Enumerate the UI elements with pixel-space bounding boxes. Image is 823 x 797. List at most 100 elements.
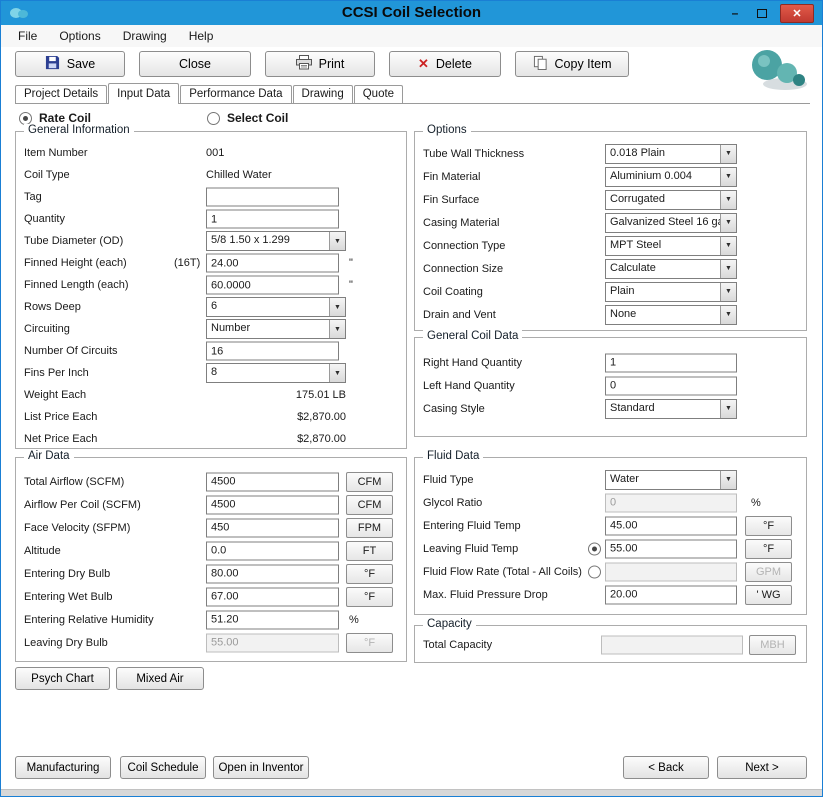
psych-chart-button[interactable]: Psych Chart xyxy=(15,667,110,690)
window-title: CCSI Coil Selection xyxy=(1,4,822,21)
quantity-input[interactable] xyxy=(206,210,339,229)
net-price-label: Net Price Each xyxy=(24,433,97,445)
chevron-down-icon: ▼ xyxy=(720,168,736,186)
finned-length-label: Finned Length (each) xyxy=(24,279,129,291)
chevron-down-icon: ▼ xyxy=(720,145,736,163)
options-title: Options xyxy=(423,124,471,136)
next-button[interactable]: Next > xyxy=(717,756,807,779)
tab-performance-data[interactable]: Performance Data xyxy=(180,85,291,103)
fluid-flow-rate-radio[interactable] xyxy=(588,565,601,578)
tab-project-details[interactable]: Project Details xyxy=(15,85,107,103)
number-of-circuits-input[interactable] xyxy=(206,342,339,361)
mixed-air-button[interactable]: Mixed Air xyxy=(116,667,204,690)
copy-item-button[interactable]: Copy Item xyxy=(515,51,629,77)
coil-coating-label: Coil Coating xyxy=(423,286,483,298)
copy-label: Copy Item xyxy=(555,57,612,71)
close-button[interactable]: Close xyxy=(139,51,251,77)
open-in-inventor-button[interactable]: Open in Inventor xyxy=(213,756,309,779)
drain-and-vent-select[interactable]: None ▼ xyxy=(605,305,737,325)
tube-diameter-label: Tube Diameter (OD) xyxy=(24,235,123,247)
menu-drawing[interactable]: Drawing xyxy=(114,26,176,46)
rate-coil-radio[interactable]: Rate Coil xyxy=(19,111,91,125)
leaving-fluid-temp-input[interactable] xyxy=(605,539,737,558)
face-velocity-input[interactable] xyxy=(206,518,339,537)
airflow-per-coil-unit-button[interactable]: CFM xyxy=(346,495,393,515)
minimize-button[interactable]: – xyxy=(726,5,744,22)
leaving-fluid-temp-row: Leaving Fluid Temp °F xyxy=(415,537,806,560)
circuiting-select[interactable]: Number ▼ xyxy=(206,319,346,339)
altitude-input[interactable] xyxy=(206,541,339,560)
coil-coating-select[interactable]: Plain ▼ xyxy=(605,282,737,302)
save-label: Save xyxy=(67,57,96,71)
general-information-title: General Information xyxy=(24,124,134,136)
entering-wet-bulb-input[interactable] xyxy=(206,587,339,606)
tab-input-data[interactable]: Input Data xyxy=(108,83,179,104)
connection-type-select[interactable]: MPT Steel ▼ xyxy=(605,236,737,256)
leaving-fluid-temp-radio[interactable] xyxy=(588,542,601,555)
save-button[interactable]: Save xyxy=(15,51,125,77)
left-hand-quantity-input[interactable] xyxy=(605,376,737,395)
select-coil-radio[interactable]: Select Coil xyxy=(207,111,288,125)
chevron-down-icon: ▼ xyxy=(720,260,736,278)
entering-wet-bulb-unit-button[interactable]: °F xyxy=(346,587,393,607)
casing-material-select[interactable]: Galvanized Steel 16 gau ▼ xyxy=(605,213,737,233)
weight-each-label: Weight Each xyxy=(24,389,86,401)
airflow-per-coil-input[interactable] xyxy=(206,495,339,514)
entering-dry-bulb-unit-button[interactable]: °F xyxy=(346,564,393,584)
altitude-unit-button[interactable]: FT xyxy=(346,541,393,561)
close-window-button[interactable]: ✕ xyxy=(780,4,814,23)
tag-input[interactable] xyxy=(206,188,339,207)
tag-label: Tag xyxy=(24,191,42,203)
tube-diameter-select[interactable]: 5/8 1.50 x 1.299 ▼ xyxy=(206,231,346,251)
finned-height-label: Finned Height (each) xyxy=(24,257,127,269)
fluid-flow-rate-label: Fluid Flow Rate (Total - All Coils) xyxy=(423,566,582,578)
coil-schedule-button[interactable]: Coil Schedule xyxy=(120,756,206,779)
rows-deep-select[interactable]: 6 ▼ xyxy=(206,297,346,317)
tab-drawing[interactable]: Drawing xyxy=(293,85,353,103)
total-airflow-unit-button[interactable]: CFM xyxy=(346,472,393,492)
entering-fluid-temp-input[interactable] xyxy=(605,516,737,535)
fluid-data-group: Fluid Data Fluid Type Water ▼ Glycol Rat… xyxy=(414,457,807,615)
fin-surface-select[interactable]: Corrugated ▼ xyxy=(605,190,737,210)
fin-material-row: Fin Material Aluminium 0.004 ▼ xyxy=(415,165,806,188)
fin-surface-label: Fin Surface xyxy=(423,194,479,206)
leaving-fluid-temp-unit-button[interactable]: °F xyxy=(745,539,792,559)
tab-quote[interactable]: Quote xyxy=(354,85,403,103)
print-icon xyxy=(296,55,312,73)
finned-length-row: Finned Length (each) " xyxy=(16,274,406,296)
maximize-button[interactable] xyxy=(757,9,767,18)
entering-dry-bulb-input[interactable] xyxy=(206,564,339,583)
max-fluid-pressure-drop-input[interactable] xyxy=(605,585,737,604)
entering-relative-humidity-input[interactable] xyxy=(206,610,339,629)
entering-dry-bulb-label: Entering Dry Bulb xyxy=(24,568,110,580)
menu-options[interactable]: Options xyxy=(50,26,109,46)
quantity-label: Quantity xyxy=(24,213,65,225)
connection-size-select[interactable]: Calculate ▼ xyxy=(605,259,737,279)
casing-style-select[interactable]: Standard ▼ xyxy=(605,399,737,419)
right-hand-quantity-input[interactable] xyxy=(605,353,737,372)
fin-material-select[interactable]: Aluminium 0.004 ▼ xyxy=(605,167,737,187)
tube-wall-thickness-select[interactable]: 0.018 Plain ▼ xyxy=(605,144,737,164)
net-price-row: Net Price Each $2,870.00 xyxy=(16,428,406,450)
number-of-circuits-label: Number Of Circuits xyxy=(24,345,118,357)
print-button[interactable]: Print xyxy=(265,51,375,77)
finned-height-input[interactable] xyxy=(206,254,339,273)
total-capacity-input xyxy=(601,635,743,654)
delete-button[interactable]: ✕ Delete xyxy=(389,51,501,77)
airflow-per-coil-row: Airflow Per Coil (SCFM) CFM xyxy=(16,493,406,516)
menu-file[interactable]: File xyxy=(9,26,46,46)
face-velocity-unit-button[interactable]: FPM xyxy=(346,518,393,538)
chevron-down-icon: ▼ xyxy=(329,364,345,382)
back-button[interactable]: < Back xyxy=(623,756,709,779)
casing-style-value: Standard xyxy=(606,400,720,418)
finned-length-input[interactable] xyxy=(206,276,339,295)
casing-style-row: Casing Style Standard ▼ xyxy=(415,397,806,420)
fins-per-inch-select[interactable]: 8 ▼ xyxy=(206,363,346,383)
max-fluid-pressure-drop-unit-button[interactable]: ' WG xyxy=(745,585,792,605)
menu-help[interactable]: Help xyxy=(180,26,223,46)
manufacturing-button[interactable]: Manufacturing xyxy=(15,756,111,779)
total-airflow-input[interactable] xyxy=(206,472,339,491)
fluid-type-select[interactable]: Water ▼ xyxy=(605,470,737,490)
total-capacity-row: Total Capacity MBH xyxy=(415,633,806,656)
entering-fluid-temp-unit-button[interactable]: °F xyxy=(745,516,792,536)
